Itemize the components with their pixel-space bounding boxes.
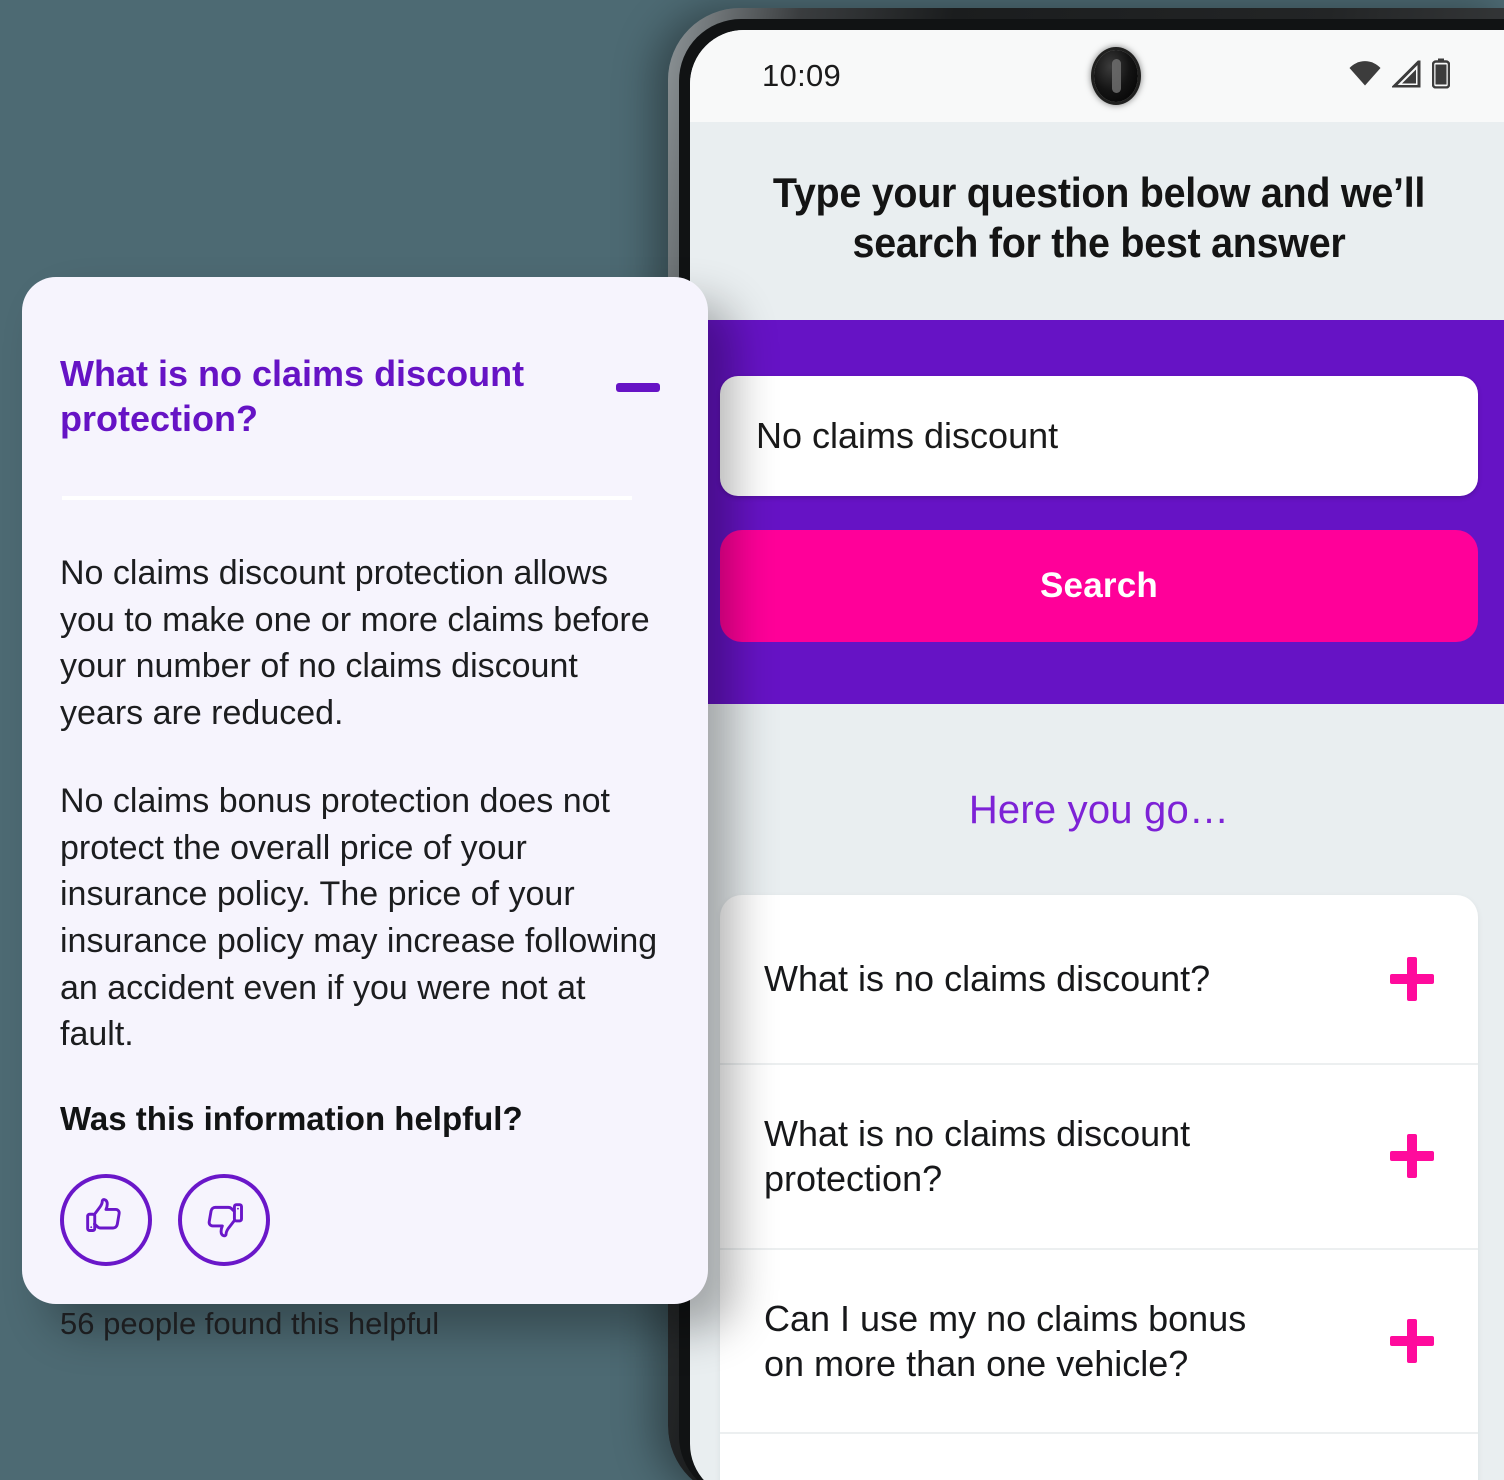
- helpful-count: 56 people found this helpful: [60, 1305, 440, 1341]
- battery-icon: [1431, 58, 1451, 94]
- answer-title: What is no claims discount protection?: [60, 353, 525, 439]
- page-title: Type your question below and we’ll searc…: [772, 169, 1426, 266]
- thumbs-down-icon: [199, 1193, 249, 1246]
- results-heading: Here you go…: [968, 787, 1230, 832]
- helpful-prompt: Was this information helpful?: [60, 1099, 523, 1137]
- faq-question: What is no claims discount protection?: [764, 1112, 1191, 1200]
- faq-question: What is no claims discount?: [764, 958, 1211, 1000]
- plus-icon[interactable]: [1390, 1134, 1434, 1179]
- plus-icon[interactable]: [1390, 956, 1434, 1001]
- faq-question: Can I use my no claims bonus on more tha…: [764, 1297, 1247, 1385]
- search-section: Search: [690, 319, 1504, 704]
- phone-screen: 10:09 Type your question below and we’ll…: [690, 30, 1504, 1480]
- search-input[interactable]: [720, 375, 1478, 496]
- answer-card-header[interactable]: What is no claims discount protection?: [60, 351, 660, 441]
- status-bar: 10:09: [690, 30, 1504, 122]
- status-time: 10:09: [762, 58, 842, 93]
- minus-icon[interactable]: [616, 383, 660, 392]
- thumbs-up-button[interactable]: [60, 1173, 152, 1266]
- cellular-signal-icon: [1390, 57, 1422, 92]
- plus-icon[interactable]: [1390, 1319, 1434, 1364]
- faq-item[interactable]: What is no claims discount protection?: [720, 1065, 1478, 1250]
- faq-item[interactable]: What is no claims discount?: [720, 895, 1478, 1065]
- feedback-buttons: [60, 1173, 660, 1266]
- expanded-answer-card: What is no claims discount protection? N…: [22, 277, 708, 1341]
- search-button[interactable]: Search: [720, 529, 1478, 642]
- phone-frame: 10:09 Type your question below and we’ll…: [668, 8, 1504, 1480]
- faq-list: What is no claims discount? What is no c…: [720, 894, 1478, 1480]
- answer-paragraph: No claims discount protection allows you…: [60, 554, 650, 732]
- faq-item[interactable]: Can I use my no claims bonus on more tha…: [720, 1250, 1478, 1435]
- phone-mockup: 10:09 Type your question below and we’ll…: [668, 8, 1504, 1480]
- thumbs-down-button[interactable]: [178, 1173, 270, 1266]
- answer-paragraph: No claims bonus protection does not prot…: [60, 782, 658, 1054]
- answer-body: No claims discount protection allows you…: [60, 500, 660, 1342]
- front-camera-punch-hole-icon: [1094, 50, 1138, 102]
- wifi-icon: [1348, 61, 1382, 92]
- status-icons: [1348, 57, 1451, 94]
- thumbs-up-icon: [81, 1193, 131, 1246]
- faq-item[interactable]: What do Policy Expert accept as proof of…: [720, 1434, 1478, 1480]
